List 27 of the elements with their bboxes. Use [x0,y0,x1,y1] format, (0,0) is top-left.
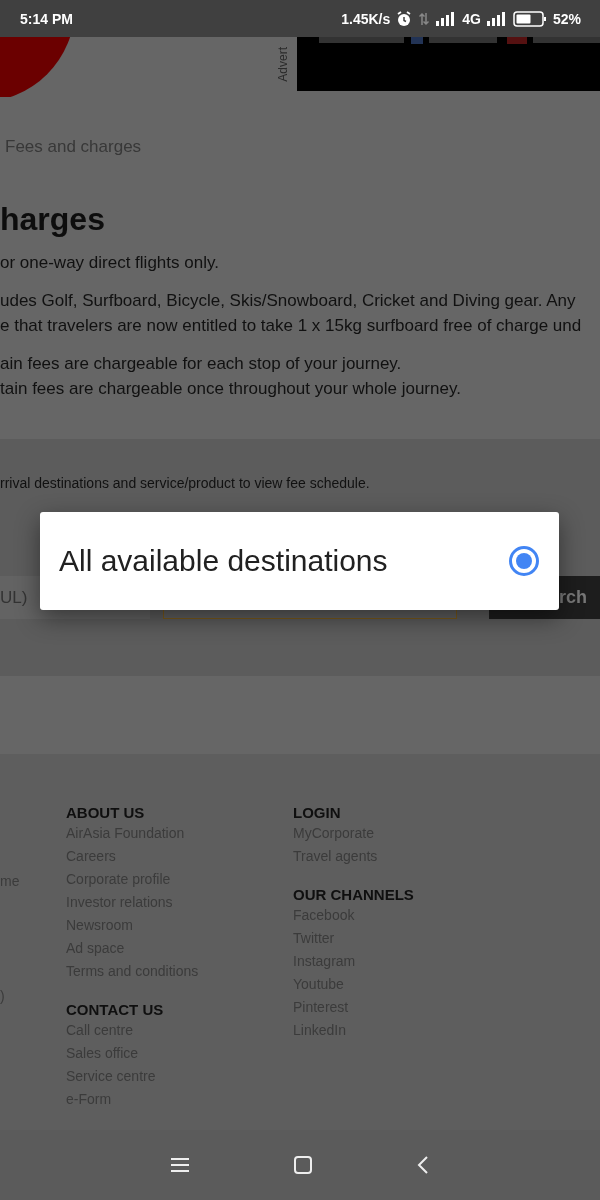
data-arrows-icon [418,10,431,27]
page-heading: harges [0,201,106,237]
footer-heading: ABOUT US [66,804,146,822]
menu-icon[interactable] [171,1157,189,1173]
advert-label: Advert [276,47,290,82]
status-time: 5:14 PM [20,10,73,27]
signal-icon [486,11,507,26]
footer-link[interactable]: ) [0,988,5,1004]
footer-heading: CONTACT US [66,1001,165,1019]
footer-heading: OUR CHANNELS [293,886,415,904]
body-text: udes Golf, Surfboard, Bicycle, Skis/Snowboard, Cricket and Diving gear. Any [0,290,577,312]
footer-heading: LOGIN [293,804,342,822]
body-text: e that travelers are now entitled to take 1 x 15kg surfboard free of charge und [0,315,583,337]
signal-icon [436,11,457,26]
network-type: 4G [462,10,481,27]
battery-percent: 52% [552,10,581,27]
home-icon[interactable] [293,1155,313,1175]
body-text: tain fees are chargeable once throughout your whole journey. [0,378,462,400]
battery-icon [512,10,547,27]
body-text: ain fees are chargeable for each stop of your journey. [0,353,403,375]
instruction-text: rrival destinations and service/product to view fee schedule. [0,475,370,491]
alarm-icon [396,10,413,27]
back-icon[interactable] [417,1155,429,1175]
radio-button[interactable] [508,545,540,577]
body-text: or one-way direct flights only. [0,252,220,274]
network-speed: 1.45K/s [341,10,391,27]
destination-option[interactable]: All available destinations [40,512,559,610]
